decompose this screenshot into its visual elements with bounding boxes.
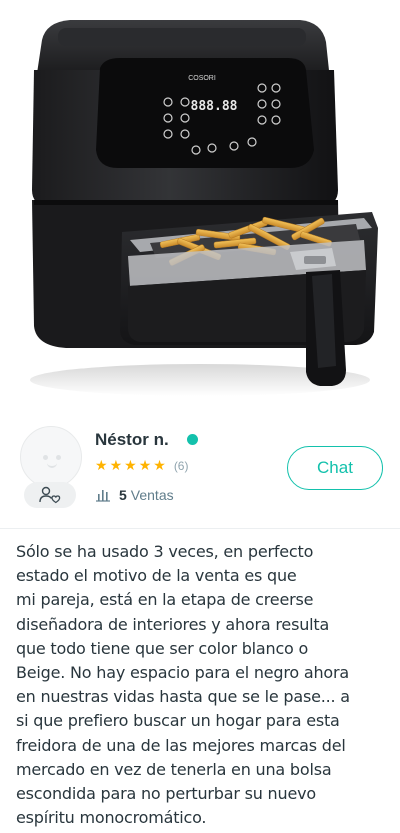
bar-chart-icon [96,490,110,502]
star-icon: ★ [124,458,137,474]
avatar-eye-right [56,455,61,460]
sales-summary: 5 Ventas [95,487,174,503]
sales-label: Ventas [130,487,174,503]
display-readout: 888.88 [191,99,238,114]
rating-count: (6) [173,459,189,473]
description-line: en nuestras vidas hasta que se le pase..… [16,687,350,707]
sales-count: 5 [119,487,127,503]
description-line: escondida para no perturbar su nuevo [16,784,316,804]
avatar-eye-left [43,455,48,460]
brand-label: COSORI [188,75,216,82]
avatar-mouth [47,463,57,468]
chat-button[interactable]: Chat [287,446,383,490]
star-icon: ★ [109,458,123,474]
seller-card: Néstor n. ★ ★ ★ ★ ★ (6) 5 Ventas Chat [0,415,400,528]
product-image[interactable]: COSORI 888.88 [0,0,400,415]
description-line: freidora de una de las mejores marcas de… [16,735,346,755]
online-status-dot [187,434,198,445]
description-line: Beige. No hay espacio para el negro ahor… [16,663,350,683]
star-icon: ★ [153,458,166,474]
user-heart-icon [39,486,61,504]
description-line: estado el motivo de la venta es que [16,566,297,586]
description-line: espíritu monocromático. [16,808,207,828]
description-line: mi pareja, está en la etapa de creerse [16,590,314,610]
air-fryer-illustration: COSORI 888.88 [30,20,378,396]
follow-seller-badge[interactable] [24,482,76,508]
description-line: mercado en vez de tenerla en una bolsa [16,759,332,779]
seller-name[interactable]: Néstor n. [95,430,169,450]
star-icon: ★ [138,458,152,474]
description-line: diseñadora de interiores y ahora resulta [16,614,330,634]
item-description: Sólo se ha usado 3 veces, en perfecto es… [16,540,390,830]
star-icon: ★ [95,458,108,474]
description-line: Sólo se ha usado 3 veces, en perfecto [16,542,314,561]
seller-rating[interactable]: ★ ★ ★ ★ ★ (6) [95,459,188,473]
seller-avatar[interactable] [20,426,82,488]
description-line: si que prefiero buscar un hogar para est… [16,711,340,731]
description-line: que todo tiene que ser color blanco o [16,638,309,658]
section-divider [0,528,400,529]
